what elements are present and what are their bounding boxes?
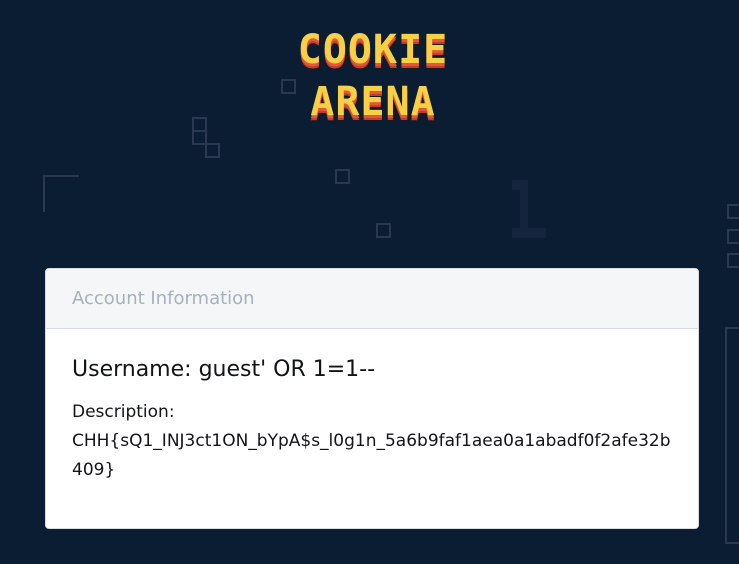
logo-line-cookie: COOKIE	[297, 27, 449, 73]
cookie-arena-logo: COOKIE ARENA	[273, 28, 473, 130]
bg-square	[335, 169, 350, 184]
card-title: Account Information	[72, 288, 255, 309]
bg-square	[727, 229, 739, 244]
card-header: Account Information	[46, 269, 698, 329]
bg-digit-one	[512, 180, 546, 238]
logo-line-arena: ARENA	[310, 79, 436, 125]
username-row: Username: guest' OR 1=1--	[72, 357, 672, 382]
card-body: Username: guest' OR 1=1-- Description: C…	[46, 329, 698, 485]
username-value: guest' OR 1=1--	[198, 357, 376, 382]
bg-corner-shape	[43, 175, 79, 212]
bg-square	[376, 223, 391, 238]
description-label: Description:	[72, 402, 175, 422]
description-value: CHH{sQ1_INJ3ct1ON_bYpA$s_l0g1n_5a6b9faf1…	[72, 431, 671, 480]
bg-square	[192, 117, 207, 132]
bg-square	[205, 143, 220, 158]
username-label: Username:	[72, 357, 192, 382]
bg-square	[727, 204, 739, 219]
bg-square	[192, 130, 207, 145]
bg-square	[727, 253, 739, 268]
bg-tall-bar	[725, 327, 739, 544]
account-information-card: Account Information Username: guest' OR …	[45, 268, 699, 529]
